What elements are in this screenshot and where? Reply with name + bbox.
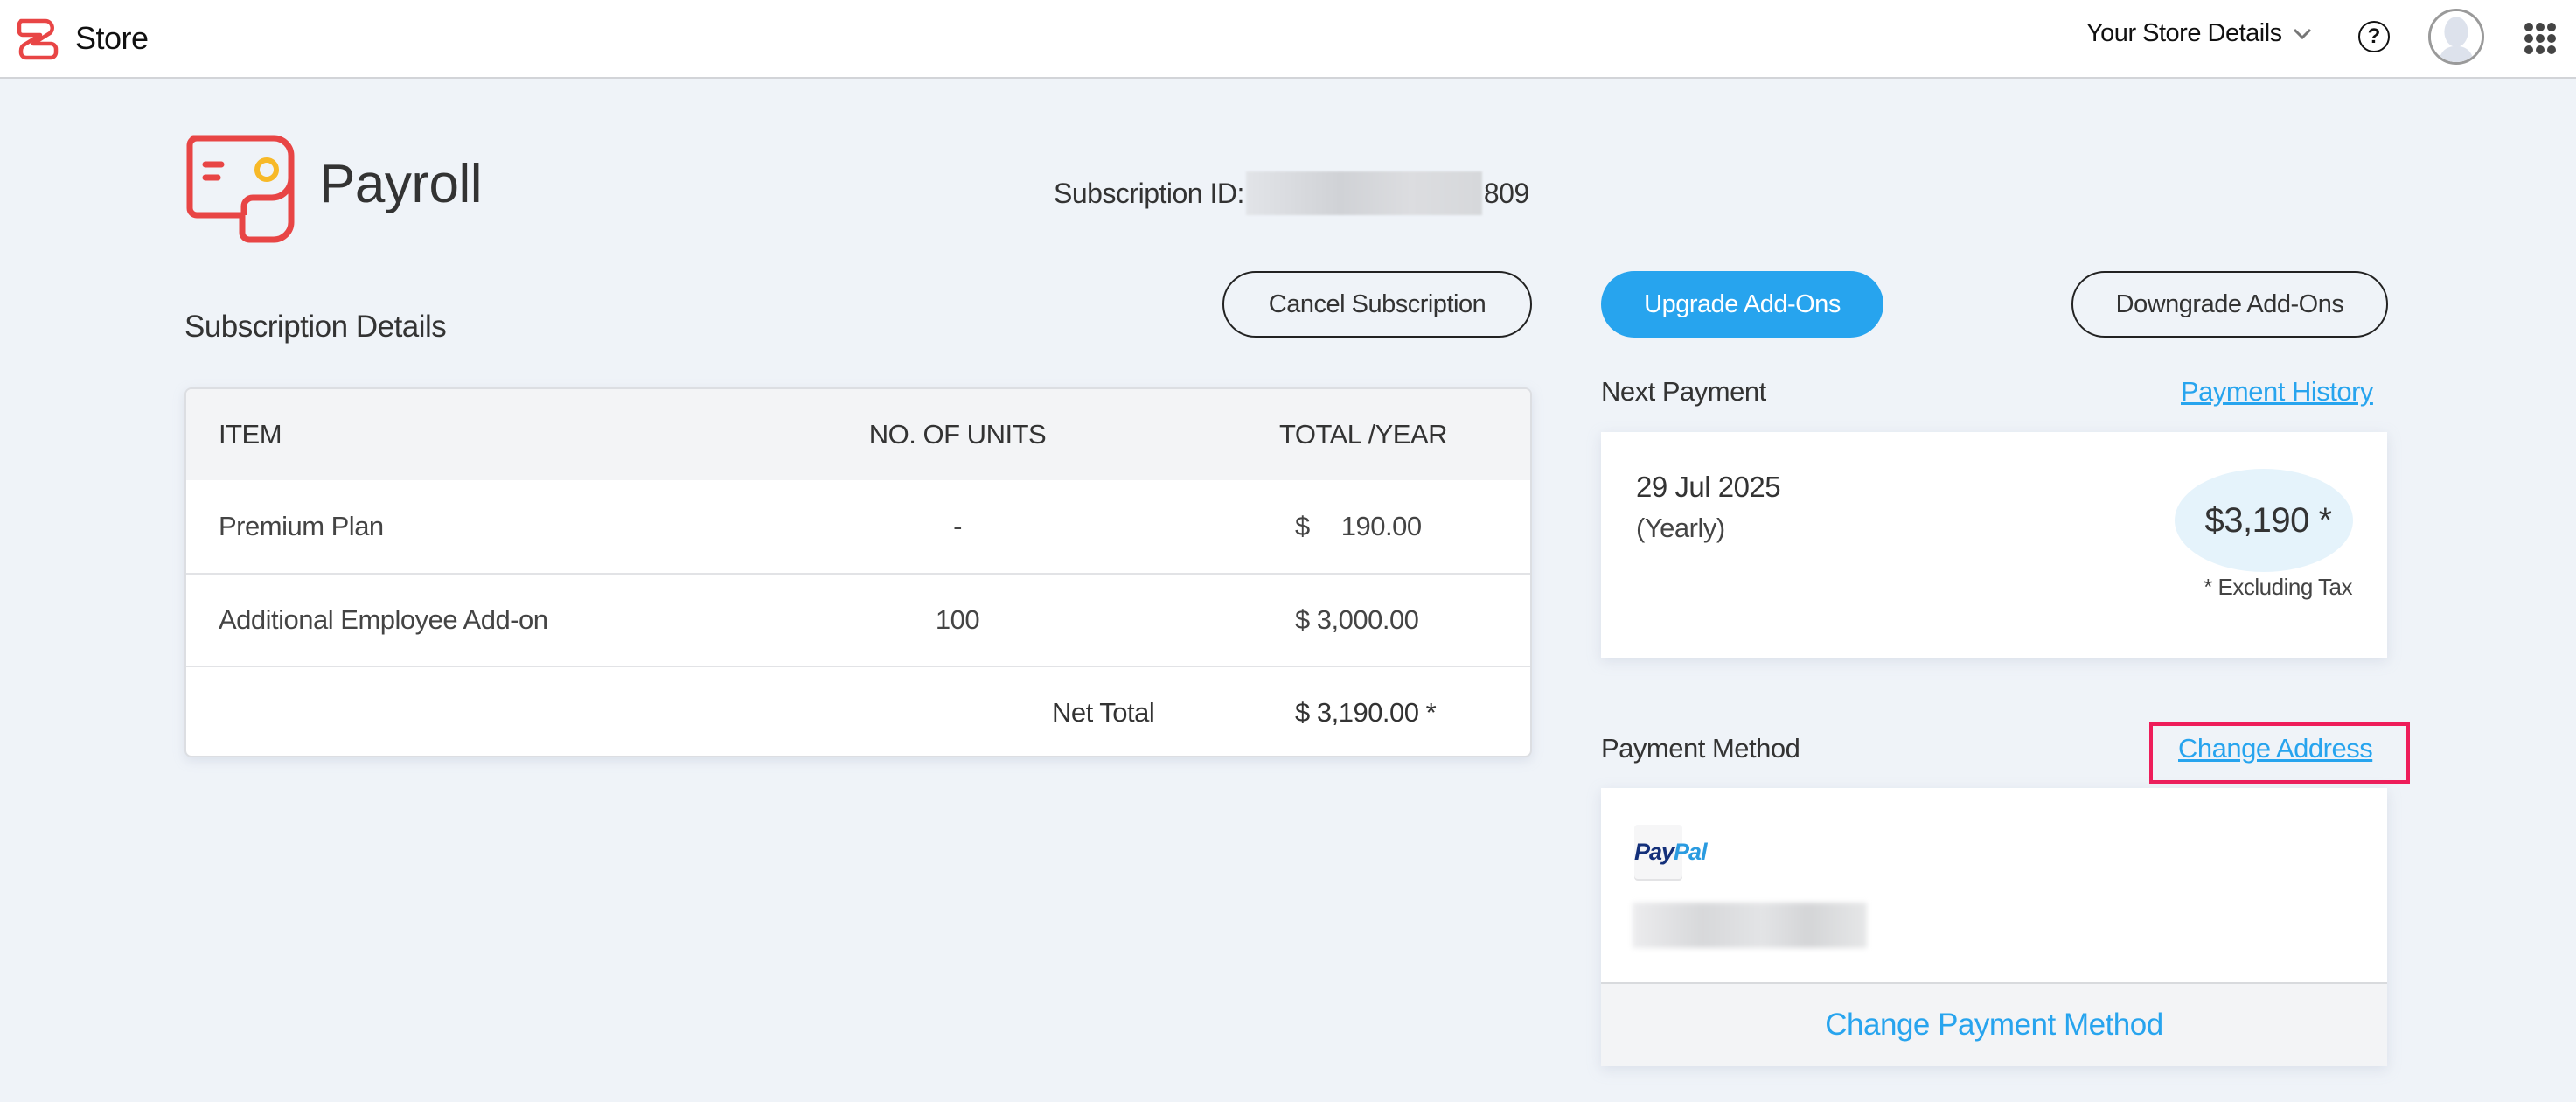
store-details-label: Your Store Details: [2086, 19, 2282, 47]
next-payment-amount: $3,190 *: [2175, 469, 2353, 572]
help-icon[interactable]: ?: [2358, 21, 2390, 52]
column-header-total: TOTAL /YEAR: [1279, 419, 1448, 450]
net-total-label: Net Total: [1052, 697, 1155, 728]
upgrade-addons-button[interactable]: Upgrade Add-Ons: [1601, 271, 1883, 338]
subscription-id-redacted: [1245, 171, 1482, 215]
tax-note: * Excluding Tax: [2204, 574, 2352, 600]
chevron-down-icon: [2293, 28, 2311, 39]
row-item: Additional Employee Add-on: [219, 604, 548, 635]
row-total: $ 3,000.00: [1295, 604, 1419, 636]
column-header-item: ITEM: [219, 419, 282, 450]
table-row-net-total: Net Total $ 3,190.00 *: [186, 666, 1530, 756]
user-avatar[interactable]: [2428, 9, 2484, 65]
column-header-units: NO. OF UNITS: [868, 419, 1047, 450]
next-payment-date: 29 Jul 2025: [1636, 471, 1781, 503]
brand[interactable]: Store: [16, 16, 149, 61]
subscription-id-suffix: 809: [1483, 177, 1529, 209]
payment-method-title: Payment Method: [1601, 733, 1800, 764]
paypal-pay-text: Pay: [1634, 838, 1674, 865]
change-payment-method-button[interactable]: Change Payment Method: [1825, 1008, 2163, 1043]
row-item: Premium Plan: [219, 511, 384, 541]
user-silhouette-icon: [2431, 11, 2482, 62]
row-units: 100: [935, 604, 980, 635]
top-nav-bar: Store Your Store Details ?: [0, 0, 2576, 79]
table-header: ITEM NO. OF UNITS TOTAL /YEAR: [186, 389, 1530, 480]
subscription-id-label: Subscription ID:: [1054, 177, 1244, 209]
zoho-store-logo-icon: [17, 18, 59, 60]
paypal-logo-icon: PayPal: [1634, 825, 1708, 879]
product-title: Payroll: [319, 154, 483, 214]
downgrade-addons-button[interactable]: Downgrade Add-Ons: [2071, 271, 2388, 338]
row-amount: 3,000.00: [1316, 604, 1419, 635]
change-address-link[interactable]: Change Address: [2178, 733, 2373, 764]
row-currency: $: [1295, 604, 1310, 635]
net-total-value: $ 3,190.00 *: [1295, 697, 1437, 728]
next-payment-period: (Yearly): [1636, 513, 1725, 543]
row-total: $ 190.00: [1295, 511, 1422, 542]
paypal-email-redacted: [1633, 903, 1867, 948]
next-payment-card: 29 Jul 2025 (Yearly) $3,190 * * Excludin…: [1601, 432, 2387, 658]
cancel-subscription-button[interactable]: Cancel Subscription: [1222, 271, 1532, 338]
next-payment-title: Next Payment: [1601, 376, 1766, 407]
store-details-dropdown[interactable]: Your Store Details: [2086, 19, 2312, 48]
subscription-table: ITEM NO. OF UNITS TOTAL /YEAR Premium Pl…: [184, 387, 1532, 757]
app-grid-icon[interactable]: [2524, 23, 2556, 54]
subscription-id: Subscription ID: 809: [1054, 171, 1529, 215]
row-currency: $: [1295, 511, 1310, 541]
row-units: -: [953, 511, 962, 541]
paypal-pal-text: Pal: [1674, 838, 1708, 865]
row-amount: 190.00: [1340, 511, 1422, 541]
payment-method-card: PayPal Change Payment Method: [1601, 788, 2387, 1066]
app-name: Store: [75, 20, 149, 56]
table-row: Additional Employee Add-on 100 $ 3,000.0…: [186, 573, 1530, 666]
change-payment-method-footer[interactable]: Change Payment Method: [1601, 982, 2387, 1066]
payroll-logo-icon: [186, 135, 295, 243]
table-row: Premium Plan - $ 190.00: [186, 480, 1530, 573]
subscription-details-title: Subscription Details: [184, 310, 447, 344]
payment-history-link[interactable]: Payment History: [2181, 376, 2373, 408]
